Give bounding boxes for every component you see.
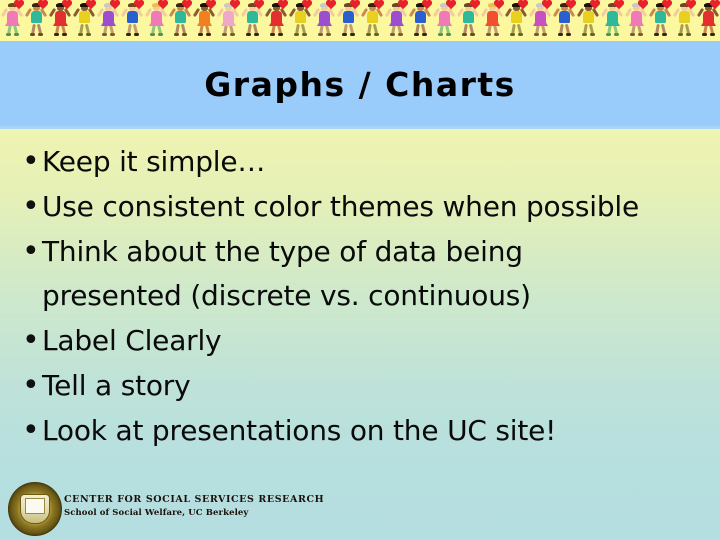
bullet-row: • Tell a story [16, 364, 708, 408]
bullet-list: • Keep it simple… • Use consistent color th… [16, 140, 708, 454]
dancing-figure-icon [384, 0, 408, 41]
dancing-figure-icon [672, 0, 696, 41]
decorative-border-strip [0, 0, 720, 41]
dancing-figure-icon [312, 0, 336, 41]
bullet-text: Think about the type of data being prese… [42, 235, 531, 312]
bullet-text: Use consistent color themes when possibl… [42, 190, 640, 223]
bullet-text: Look at presentations on the UC site! [42, 414, 557, 447]
bullet-marker-icon: • [22, 234, 40, 269]
footer: CENTER FOR SOCIAL SERVICES RESEARCH Scho… [6, 480, 426, 538]
dancing-figure-icon [120, 0, 144, 41]
bullet-text: Tell a story [42, 369, 191, 402]
dancing-figure-icon [648, 0, 672, 41]
bullet-row: • Think about the type of data being pres… [16, 230, 708, 318]
footer-school: School of Social Welfare, UC Berkeley [64, 508, 249, 518]
dancing-figure-icon [624, 0, 648, 41]
bullet-text: Label Clearly [42, 324, 222, 357]
dancing-figure-icon [144, 0, 168, 41]
dancing-figure-icon [336, 0, 360, 41]
bullet-row: • Label Clearly [16, 319, 708, 363]
dancing-figure-icon [168, 0, 192, 41]
dancing-figure-icon [504, 0, 528, 41]
bullet-marker-icon: • [22, 144, 40, 179]
bullet-row: • Use consistent color themes when possib… [16, 185, 708, 229]
page-title: Graphs / Charts [204, 65, 516, 104]
footer-organization: CENTER FOR SOCIAL SERVICES RESEARCH [64, 494, 325, 505]
footer-text-block: CENTER FOR SOCIAL SERVICES RESEARCH Scho… [64, 494, 404, 518]
slide: Graphs / Charts • Keep it simple… • Use con… [0, 0, 720, 540]
uc-berkeley-seal-icon [8, 482, 62, 536]
dancing-figure-icon [0, 0, 24, 41]
dancing-figure-icon [240, 0, 264, 41]
dancing-figure-icon [288, 0, 312, 41]
dancing-figure-icon [360, 0, 384, 41]
bullet-row: • Look at presentations on the UC site! [16, 409, 708, 453]
dancing-figure-icon [216, 0, 240, 41]
dancing-figure-icon [696, 0, 720, 41]
dancing-figure-icon [552, 0, 576, 41]
bullet-marker-icon: • [22, 413, 40, 448]
dancing-figure-icon [96, 0, 120, 41]
title-band: Graphs / Charts [0, 41, 720, 129]
dancing-figure-icon [600, 0, 624, 41]
dancing-figure-icon [432, 0, 456, 41]
dancing-figure-icon [408, 0, 432, 41]
dancing-figure-icon [528, 0, 552, 41]
bullet-marker-icon: • [22, 189, 40, 224]
dancing-figure-icon [24, 0, 48, 41]
dancing-figure-icon [576, 0, 600, 41]
seal-inner-shield [20, 494, 50, 524]
dancing-figure-icon [480, 0, 504, 41]
bullet-row: • Keep it simple… [16, 140, 708, 184]
dancing-figure-icon [456, 0, 480, 41]
bullet-text: Keep it simple… [42, 145, 266, 178]
dancing-figure-icon [48, 0, 72, 41]
dancing-figure-icon [192, 0, 216, 41]
bullet-marker-icon: • [22, 323, 40, 358]
bullet-marker-icon: • [22, 368, 40, 403]
dancing-figure-icon [264, 0, 288, 41]
dancing-figure-icon [72, 0, 96, 41]
